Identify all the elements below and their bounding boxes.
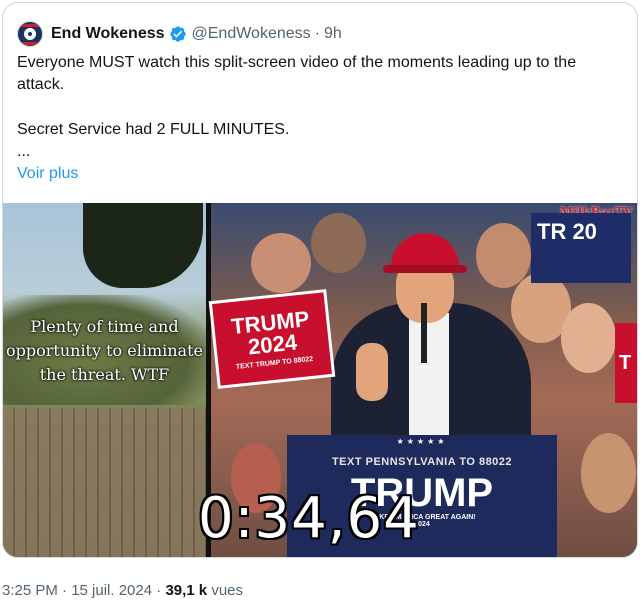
caption-line: the threat. WTF [39, 365, 170, 384]
tweet-card[interactable]: End Wokeness @EndWokeness · 9h Everyone … [2, 2, 638, 558]
views-count: 39,1 k [165, 582, 208, 599]
speaker-hat-brim [383, 265, 467, 273]
footer-dot: · [156, 582, 162, 599]
tweet-text-line: ... [17, 143, 31, 160]
caption-line: opportunity to eliminate [6, 341, 203, 360]
crowd-person [311, 213, 366, 273]
time-ago[interactable]: 9h [324, 25, 342, 43]
tweet-header: End Wokeness @EndWokeness · 9h [17, 19, 342, 49]
podium-line: TEXT PENNSYLVANIA TO 88022 [331, 456, 513, 468]
author-handle[interactable]: @EndWokeness [192, 25, 311, 43]
leaf-silhouette [83, 203, 203, 288]
avatar-stripe [18, 24, 42, 27]
verified-badge-icon[interactable] [169, 25, 187, 43]
speaker-hand [356, 343, 388, 401]
podium-stars: ★★★★★ [396, 437, 448, 446]
tweet-footer: 3:25 PM · 15 juil. 2024 · 39,1 k vues [2, 582, 243, 599]
right-campaign-sign: TR 20 [531, 213, 631, 283]
crowd-person [581, 433, 636, 513]
right-edge-sign: T [615, 323, 637, 403]
show-more-link[interactable]: Voir plus [17, 165, 78, 183]
avatar-dot [28, 32, 32, 36]
tweet-text-line: Everyone MUST watch this split-screen vi… [17, 54, 577, 93]
tweet-timestamp[interactable]: 3:25 PM · 15 juil. 2024 [2, 582, 152, 599]
crowd-person [561, 303, 616, 373]
tweet-text-line: Secret Service had 2 FULL MINUTES. [17, 121, 290, 138]
tweet-text: Everyone MUST watch this split-screen vi… [17, 52, 617, 163]
avatar-stripe [18, 42, 42, 45]
author-name[interactable]: End Wokeness [51, 25, 165, 43]
video-timer: 0:34,64 [198, 486, 420, 551]
microphone-icon [421, 303, 427, 363]
speaker-shirt [409, 313, 449, 453]
caption-line: Plenty of time and [30, 317, 179, 336]
left-video-pane: Plenty of time and opportunity to elimin… [3, 203, 206, 557]
video-media[interactable]: Plenty of time and opportunity to elimin… [3, 203, 637, 557]
header-separator: · [314, 25, 320, 42]
left-caption: Plenty of time and opportunity to elimin… [3, 315, 206, 387]
trump-2024-sign: TRUMP 2024 TEXT TRUMP TO 88022 [208, 289, 336, 389]
avatar[interactable] [17, 21, 43, 47]
crowd-person [476, 223, 531, 288]
views-label: vues [211, 582, 244, 599]
crowd-person [251, 233, 311, 293]
roof-structure [3, 408, 206, 557]
